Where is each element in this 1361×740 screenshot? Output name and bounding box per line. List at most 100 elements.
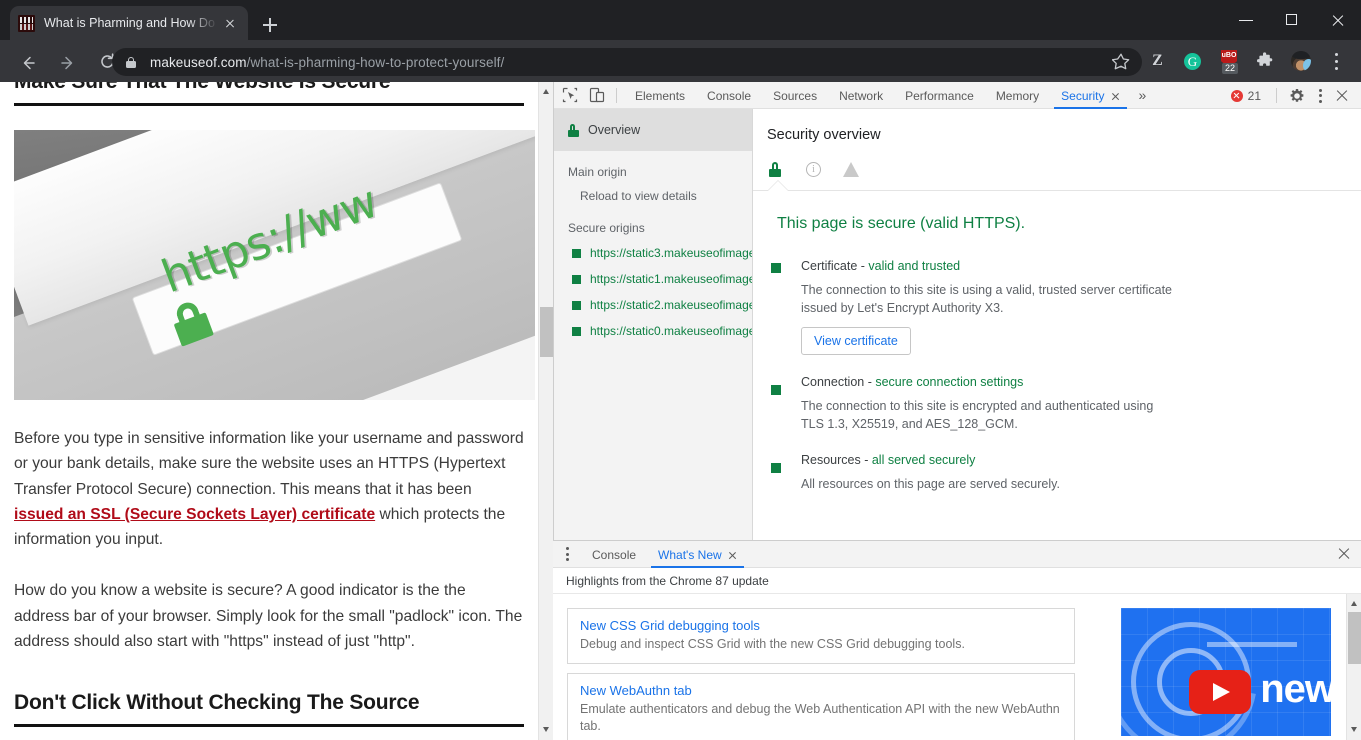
- security-summary: This page is secure (valid HTTPS).: [777, 215, 1026, 232]
- connection-description: The connection to this site is encrypted…: [801, 399, 1154, 431]
- close-tab-icon[interactable]: [220, 13, 240, 33]
- lock-icon: [568, 123, 579, 137]
- connection-heading: Connection - secure connection settings: [775, 375, 1361, 389]
- chrome-whats-new-video-thumbnail[interactable]: new: [1121, 608, 1331, 736]
- whats-new-card-desc: Emulate authenticators and debug the Web…: [580, 702, 1060, 733]
- whats-new-card-title[interactable]: New CSS Grid debugging tools: [580, 618, 1062, 633]
- forward-icon[interactable]: [50, 44, 84, 78]
- whats-new-list: New CSS Grid debugging tools Debug and i…: [553, 594, 1093, 740]
- tab-performance[interactable]: Performance: [894, 82, 985, 109]
- devtools-tabbar-actions: 21: [1230, 82, 1355, 109]
- secure-origin-item[interactable]: https://static3.makeuseofimages.com: [554, 235, 752, 260]
- page-scrollbar-thumb[interactable]: [540, 307, 553, 357]
- heading-rule-2: [14, 724, 524, 728]
- certificate-heading: Certificate - valid and trusted: [775, 259, 1361, 273]
- main-origin-value: Reload to view details: [580, 189, 697, 203]
- ssl-certificate-link[interactable]: issued an SSL (Secure Sockets Layer) cer…: [14, 506, 375, 523]
- secure-lock-icon[interactable]: [767, 161, 784, 178]
- warning-triangle-icon[interactable]: [843, 162, 859, 177]
- selected-chip-caret-icon: [768, 181, 788, 191]
- article-paragraph-1: Before you type in sensitive information…: [14, 426, 524, 552]
- close-security-tab-icon[interactable]: [1111, 92, 1120, 101]
- whats-new-card[interactable]: New WebAuthn tab Emulate authenticators …: [567, 673, 1075, 740]
- devtools-drawer: Console What's New Highlights from the C…: [553, 540, 1361, 740]
- security-state-chips: i: [753, 149, 1361, 191]
- drawer-scrollbar-thumb[interactable]: [1348, 612, 1361, 664]
- scroll-down-arrow-icon[interactable]: [539, 722, 553, 738]
- avatar: [1291, 51, 1311, 71]
- gear-icon[interactable]: [1289, 88, 1305, 104]
- toolbar-actions: Z G uBO 22: [1103, 44, 1355, 78]
- tab-elements[interactable]: Elements: [624, 82, 696, 109]
- sidebar-item-overview[interactable]: Overview: [554, 109, 752, 151]
- info-icon[interactable]: i: [806, 162, 821, 177]
- secure-origin-item[interactable]: https://static2.makeuseofimages.com: [554, 286, 752, 312]
- tab-console[interactable]: Console: [696, 82, 762, 109]
- device-toolbar-icon[interactable]: [586, 84, 608, 106]
- youtube-play-icon[interactable]: [1189, 670, 1251, 714]
- inspect-element-icon[interactable]: [559, 84, 581, 106]
- url-domain: makeuseof.com: [150, 54, 247, 70]
- tab-memory[interactable]: Memory: [985, 82, 1050, 109]
- muo-logo-favicon: [18, 14, 35, 32]
- close-whats-new-tab-icon[interactable]: [728, 551, 737, 560]
- ublock-origin-icon[interactable]: uBO 22: [1214, 46, 1244, 76]
- bookmark-star-icon[interactable]: [1106, 46, 1136, 76]
- view-certificate-button[interactable]: View certificate: [801, 327, 911, 355]
- secure-origin-item[interactable]: https://static0.makeuseofimages.com: [554, 312, 752, 338]
- security-item-certificate: Certificate - valid and trusted The conn…: [753, 233, 1361, 355]
- devtools-tabbar: Elements Console Sources Network Perform…: [554, 82, 1361, 109]
- new-tab-button[interactable]: [256, 11, 284, 39]
- drawer-menu-icon[interactable]: [566, 547, 570, 561]
- error-icon: [1230, 89, 1243, 102]
- drawer-scroll-up-arrow-icon[interactable]: [1347, 596, 1361, 612]
- maximize-button[interactable]: [1269, 0, 1315, 40]
- minimize-button[interactable]: [1223, 0, 1269, 40]
- address-bar[interactable]: makeuseof.com/what-is-pharming-how-to-pr…: [112, 48, 1142, 76]
- secure-origin-url: https://static1.makeuseofimages.com: [590, 272, 752, 286]
- page-scrollbar[interactable]: [538, 82, 553, 740]
- chrome-menu-icon[interactable]: [1322, 46, 1352, 76]
- drawer-scroll-down-arrow-icon[interactable]: [1347, 722, 1361, 738]
- close-window-button[interactable]: [1315, 0, 1361, 40]
- close-drawer-icon[interactable]: [1337, 547, 1351, 561]
- whats-new-card[interactable]: New CSS Grid debugging tools Debug and i…: [567, 608, 1075, 664]
- drawer-scrollbar[interactable]: [1346, 594, 1361, 740]
- scroll-up-arrow-icon[interactable]: [539, 84, 553, 100]
- more-panels-icon[interactable]: »: [1131, 82, 1155, 109]
- error-count-badge[interactable]: 21: [1230, 89, 1261, 103]
- secure-origins-label: Secure origins: [568, 221, 645, 235]
- back-icon[interactable]: [10, 44, 44, 78]
- secure-origin-item[interactable]: https://static1.makeuseofimages.com: [554, 260, 752, 286]
- connection-status: secure connection settings: [875, 375, 1024, 389]
- whats-new-card-title[interactable]: New WebAuthn tab: [580, 683, 1062, 698]
- tab-network[interactable]: Network: [828, 82, 894, 109]
- drawer-tab-console[interactable]: Console: [581, 541, 647, 568]
- zotero-extension-icon[interactable]: Z: [1142, 46, 1172, 76]
- whats-new-subtitle: Highlights from the Chrome 87 update: [553, 568, 1361, 594]
- ublock-block-count-badge: 22: [1222, 63, 1239, 74]
- drawer-tab-whats-new[interactable]: What's New: [647, 541, 748, 568]
- extensions-puzzle-icon[interactable]: [1250, 46, 1280, 76]
- resources-status: all served securely: [871, 453, 976, 467]
- url-path: /what-is-pharming-how-to-protect-yoursel…: [246, 54, 505, 70]
- grammarly-letter: G: [1184, 53, 1201, 70]
- overview-label: Overview: [588, 123, 641, 137]
- security-overview-title: Security overview: [767, 127, 881, 143]
- tab-title: What is Pharming and How Do You Protect …: [44, 16, 220, 30]
- secure-state-square-icon: [572, 326, 581, 336]
- tab-security[interactable]: Security: [1050, 82, 1130, 109]
- tab-sources[interactable]: Sources: [762, 82, 828, 109]
- close-devtools-icon[interactable]: [1335, 89, 1349, 103]
- chrome-logo-line: [1207, 642, 1297, 647]
- secure-state-square-icon: [771, 263, 781, 273]
- devtools-menu-icon[interactable]: [1319, 88, 1323, 103]
- browser-tab[interactable]: What is Pharming and How Do You Protect …: [10, 6, 248, 40]
- grammarly-extension-icon[interactable]: G: [1178, 46, 1208, 76]
- drawer-tab-whats-new-label: What's New: [658, 547, 722, 562]
- profile-avatar-icon[interactable]: [1286, 46, 1316, 76]
- video-overlay-text: new: [1260, 667, 1331, 711]
- article-paragraph-2: How do you know a website is secure? A g…: [14, 582, 523, 651]
- security-item-resources: Resources - all served securely All reso…: [753, 433, 1361, 493]
- secure-state-square-icon: [771, 385, 781, 395]
